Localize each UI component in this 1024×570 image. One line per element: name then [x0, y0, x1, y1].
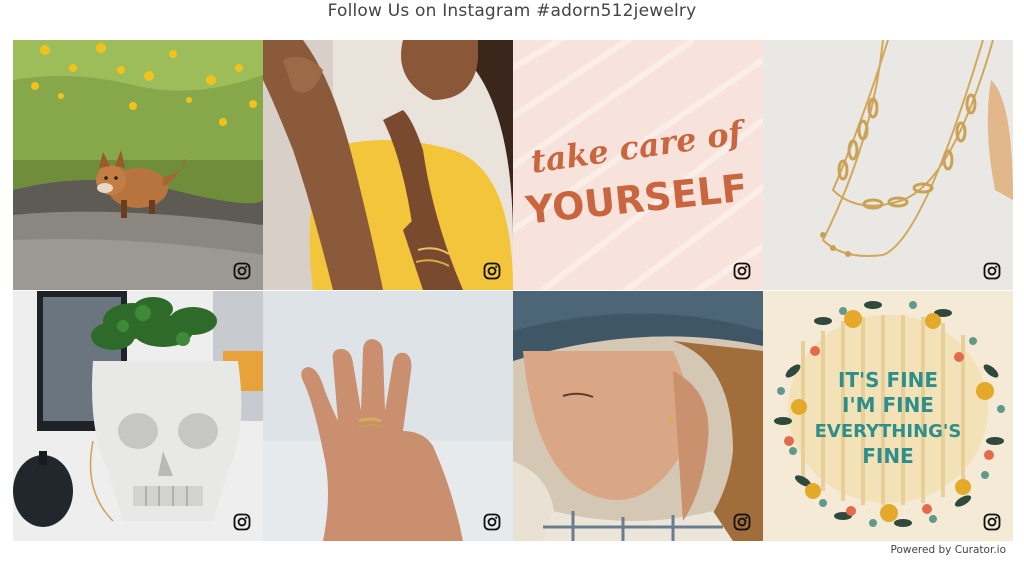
feed-title: Follow Us on Instagram #adorn512jewelry: [327, 1, 697, 21]
post-image-hand: [263, 291, 513, 541]
wreath-line-3: EVERYTHING'S: [815, 421, 962, 442]
post-image-fox: [13, 40, 263, 290]
powered-by-prefix: Powered by: [890, 544, 955, 556]
instagram-post-necklaces[interactable]: [763, 40, 1013, 290]
instagram-icon: [483, 262, 501, 280]
post-image-wreath: IT'S FINE I'M FINE EVERYTHING'S FINE: [763, 291, 1013, 541]
post-image-lettering: take care of YOURSELF: [513, 40, 763, 290]
instagram-icon: [233, 262, 251, 280]
curator-link[interactable]: Curator.io: [955, 544, 1006, 556]
instagram-post-skull-planter[interactable]: [13, 291, 263, 541]
instagram-icon: [983, 513, 1001, 531]
instagram-icon: [733, 262, 751, 280]
wreath-line-4: FINE: [862, 444, 914, 468]
instagram-post-woman-hat[interactable]: [513, 291, 763, 541]
instagram-icon: [983, 262, 1001, 280]
instagram-post-fox[interactable]: [13, 40, 263, 290]
instagram-icon: [733, 513, 751, 531]
instagram-feed-grid: take care of YOURSELF IT'S FINE I'M FINE…: [13, 40, 1014, 541]
powered-by-credit: Powered by Curator.io: [890, 544, 1006, 556]
post-image-bracelets: [263, 40, 513, 290]
instagram-post-its-fine[interactable]: IT'S FINE I'M FINE EVERYTHING'S FINE: [763, 291, 1013, 541]
instagram-post-bracelets[interactable]: [263, 40, 513, 290]
instagram-post-take-care[interactable]: take care of YOURSELF: [513, 40, 763, 290]
instagram-icon: [233, 513, 251, 531]
instagram-icon: [483, 513, 501, 531]
post-image-necklaces: [763, 40, 1013, 290]
wreath-line-2: I'M FINE: [842, 393, 934, 417]
wreath-line-1: IT'S FINE: [838, 368, 938, 392]
post-image-woman-hat: [513, 291, 763, 541]
instagram-post-hand-ring[interactable]: [263, 291, 513, 541]
post-image-skull: [13, 291, 263, 541]
